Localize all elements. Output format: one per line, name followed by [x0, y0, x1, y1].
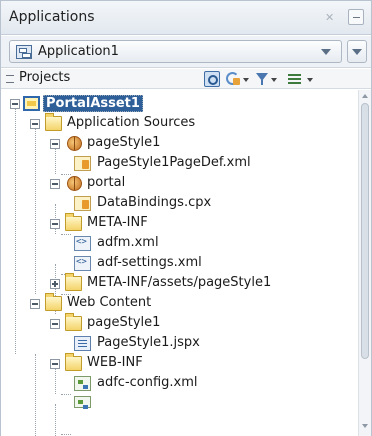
project-tree: PortalAsset1 Application Sources pageSty…: [1, 90, 371, 436]
minimize-button[interactable]: [348, 9, 364, 25]
tree-node-folder[interactable]: Application Sources: [1, 113, 357, 134]
collapse-node-icon[interactable]: [30, 119, 40, 129]
tree-node-file[interactable]: PageStyle1PageDef.xml: [1, 154, 357, 174]
tree-node-folder[interactable]: Web Content: [1, 293, 357, 314]
panel-titlebar: Applications ✕: [1, 1, 371, 35]
tree-node-folder[interactable]: pageStyle1: [1, 313, 357, 334]
package-icon: [67, 136, 82, 151]
tree-node-label: META-INF: [87, 215, 148, 230]
scrollbar-thumb[interactable]: [361, 103, 369, 359]
tree-connector: [61, 434, 71, 435]
tree-node-file[interactable]: adfm.xml: [1, 234, 357, 254]
panel-title: Applications: [9, 9, 95, 25]
scroll-down-icon[interactable]: [362, 424, 368, 428]
chevron-down-icon: [352, 49, 362, 55]
folder-icon: [65, 353, 82, 371]
application-menu-button[interactable]: [347, 40, 367, 63]
folder-icon: [45, 113, 62, 131]
folder-icon: [65, 313, 82, 331]
tree-node-package[interactable]: portal: [1, 174, 357, 194]
tree-node-label: adfc-config.xml: [97, 375, 198, 390]
tree-node-file[interactable]: [1, 394, 357, 414]
tree-node-folder[interactable]: WEB-INF: [1, 353, 357, 374]
tree-node-label: PortalAsset1: [43, 95, 143, 112]
application-dropdown[interactable]: Application1: [9, 40, 342, 63]
application-selector-bar: Application1: [1, 36, 371, 68]
close-icon[interactable]: ✕: [325, 11, 334, 24]
tree-node-folder[interactable]: META-INF: [1, 213, 357, 234]
sort-icon[interactable]: [287, 71, 303, 87]
data-bindings-icon: [74, 196, 91, 211]
tree-node-package[interactable]: pageStyle1: [1, 134, 357, 154]
tree-node-label: DataBindings.cpx: [97, 195, 212, 210]
task-flow-icon: [74, 396, 91, 408]
filter-dropdown-icon[interactable]: [271, 71, 277, 87]
project-search-icon[interactable]: [204, 71, 220, 87]
collapse-node-icon[interactable]: [50, 179, 60, 189]
tree-node-file[interactable]: PageStyle1.jspx: [1, 334, 357, 354]
xml-file-icon: [74, 256, 91, 271]
folder-icon: [45, 293, 62, 311]
application-icon: [16, 45, 32, 59]
sort-dropdown-icon[interactable]: [307, 71, 313, 87]
vertical-scrollbar[interactable]: [358, 90, 371, 436]
tree-node-label: META-INF/assets/pageStyle1: [87, 275, 272, 290]
applications-panel: Applications ✕ Application1 Projects Por…: [0, 0, 372, 436]
scroll-up-icon[interactable]: [362, 94, 368, 98]
tree-node-label: Web Content: [67, 295, 152, 310]
tree-node-label: Application Sources: [67, 115, 196, 130]
xml-file-icon: [74, 236, 91, 251]
chevron-down-icon: [321, 49, 331, 55]
folder-icon: [65, 273, 82, 291]
tree-node-label: portal: [87, 175, 126, 190]
collapse-node-icon[interactable]: [10, 99, 20, 109]
working-sets-dropdown-icon[interactable]: [243, 71, 249, 87]
working-sets-icon[interactable]: [225, 71, 241, 87]
tree-node-label: pageStyle1: [87, 315, 161, 330]
projects-label[interactable]: Projects: [19, 70, 70, 85]
tree-node-label: PageStyle1.jspx: [97, 335, 200, 350]
tree-node-label: pageStyle1: [87, 135, 161, 150]
package-icon: [67, 176, 82, 191]
tree-node-folder[interactable]: META-INF/assets/pageStyle1: [1, 273, 357, 294]
jspx-page-icon: [74, 336, 91, 351]
project-icon: [23, 96, 40, 111]
collapse-node-icon[interactable]: [50, 359, 60, 369]
collapse-node-icon[interactable]: [50, 319, 60, 329]
tree-node-file[interactable]: DataBindings.cpx: [1, 194, 357, 214]
tree-node-file[interactable]: adfc-config.xml: [1, 374, 357, 394]
collapse-node-icon[interactable]: [50, 219, 60, 229]
expand-node-icon[interactable]: [50, 279, 60, 289]
folder-icon: [65, 213, 82, 231]
projects-toolbar: Projects: [1, 69, 371, 89]
tree-node-file[interactable]: adf-settings.xml: [1, 254, 357, 274]
filter-icon[interactable]: [255, 71, 269, 87]
tree-node-label: PageStyle1PageDef.xml: [97, 155, 251, 170]
task-flow-icon: [74, 376, 91, 391]
collapse-node-icon[interactable]: [30, 299, 40, 309]
collapse-panel-icon[interactable]: [6, 75, 14, 83]
tree-node-label: adf-settings.xml: [97, 255, 202, 270]
collapse-node-icon[interactable]: [50, 139, 60, 149]
tree-node-project[interactable]: PortalAsset1: [1, 94, 357, 114]
application-name: Application1: [38, 44, 119, 59]
tree-node-label: adfm.xml: [97, 235, 159, 250]
page-definition-icon: [74, 156, 91, 171]
tree-node-label: WEB-INF: [87, 355, 143, 370]
